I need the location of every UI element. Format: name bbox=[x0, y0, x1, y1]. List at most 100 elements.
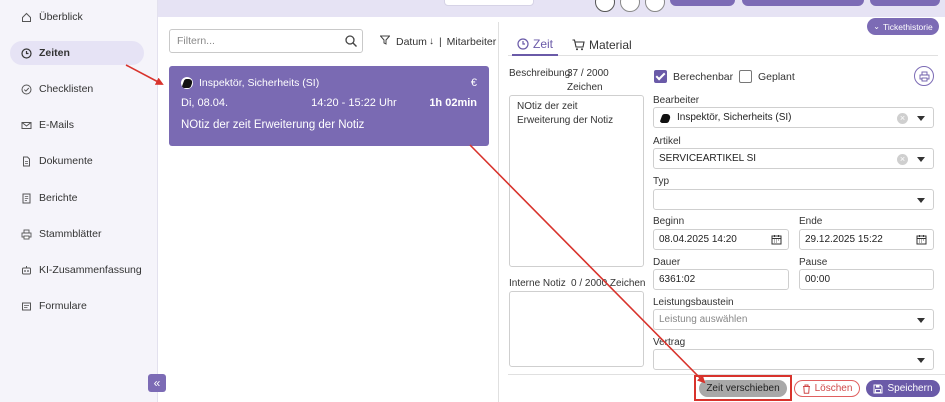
entry-time-range: 14:20 - 15:22 Uhr bbox=[311, 97, 397, 109]
internal-note-textarea[interactable] bbox=[509, 291, 644, 367]
tab-label: Zeit bbox=[533, 37, 554, 51]
leistungsbaustein-placeholder: Leistung auswählen bbox=[659, 314, 748, 325]
sort-direction-icon[interactable]: ↓ bbox=[429, 36, 434, 47]
artikel-label: Artikel bbox=[653, 136, 681, 147]
dauer-input[interactable]: 6361:02 bbox=[653, 269, 789, 290]
sidebar-item-uberblick[interactable]: Überblick bbox=[10, 5, 144, 29]
top-bar bbox=[158, 0, 945, 17]
toolbar-action-button[interactable] bbox=[792, 0, 864, 6]
trash-icon bbox=[802, 384, 811, 394]
delete-button[interactable]: Löschen bbox=[794, 380, 860, 397]
print-button[interactable] bbox=[914, 66, 934, 86]
user-icon bbox=[659, 111, 671, 124]
chevron-down-icon[interactable] bbox=[917, 318, 925, 323]
home-icon bbox=[21, 12, 32, 23]
tab-zeit[interactable]: Zeit bbox=[512, 34, 559, 56]
tab-label: Material bbox=[589, 38, 632, 52]
entry-times: Di, 08.04. 14:20 - 15:22 Uhr 1h 02min bbox=[181, 97, 477, 109]
sidebar-item-ki-zusammenfassung[interactable]: KI-Zusammenfassung bbox=[10, 258, 144, 282]
billable-label: Berechenbar bbox=[673, 71, 734, 83]
sidebar-item-berichte[interactable]: Berichte bbox=[10, 186, 144, 210]
sidebar-item-formulare[interactable]: Formulare bbox=[10, 294, 144, 318]
beginn-input[interactable]: 08.04.2025 14:20 bbox=[653, 229, 789, 250]
sort-by-date-button[interactable]: Datum bbox=[396, 36, 427, 48]
planned-label: Geplant bbox=[758, 71, 795, 83]
toolbar-round-button[interactable] bbox=[620, 0, 640, 12]
filter-funnel-icon[interactable] bbox=[379, 35, 391, 48]
chevron-down-icon: ⌄ bbox=[873, 22, 880, 31]
toolbar-round-button[interactable] bbox=[645, 0, 665, 12]
pause-input[interactable]: 00:00 bbox=[799, 269, 934, 290]
dauer-label: Dauer bbox=[653, 257, 681, 268]
panel-divider bbox=[498, 22, 499, 402]
check-circle-icon bbox=[21, 84, 32, 95]
entry-note: NOtiz der zeit Erweiterung der Notiz bbox=[181, 119, 365, 131]
calendar-icon[interactable] bbox=[771, 234, 782, 245]
entry-header: Inspektör, Sicherheits (SI) € bbox=[181, 77, 477, 89]
save-button[interactable]: Speichern bbox=[866, 380, 940, 397]
sidebar-item-label: Stammblätter bbox=[39, 228, 102, 240]
description-textarea[interactable]: NOtiz der zeit Erweiterung der Notiz bbox=[509, 95, 644, 267]
save-label: Speichern bbox=[887, 383, 933, 394]
bearbeiter-label: Bearbeiter bbox=[653, 95, 700, 106]
ende-input[interactable]: 29.12.2025 15:22 bbox=[799, 229, 934, 250]
sidebar-item-label: Überblick bbox=[39, 11, 83, 23]
delete-label: Löschen bbox=[814, 383, 853, 394]
beginn-label: Beginn bbox=[653, 216, 685, 227]
user-avatar[interactable] bbox=[595, 0, 615, 12]
typ-select[interactable] bbox=[653, 189, 934, 210]
filter-field[interactable] bbox=[169, 29, 363, 53]
search-icon[interactable] bbox=[344, 34, 358, 48]
beginn-value: 08.04.2025 14:20 bbox=[659, 234, 737, 245]
chevron-down-icon[interactable] bbox=[917, 157, 925, 162]
sidebar: Überblick Zeiten Checklisten E-Mails Dok… bbox=[0, 0, 158, 402]
planned-checkbox[interactable] bbox=[739, 70, 752, 83]
ticket-history-button[interactable]: ⌄ Tickethistorie bbox=[867, 18, 939, 35]
bearbeiter-select[interactable]: Inspektör, Sicherheits (SI) × bbox=[653, 107, 934, 128]
artikel-select[interactable]: SERVICEARTIKEL SI × bbox=[653, 148, 934, 169]
report-icon bbox=[21, 193, 32, 204]
sidebar-item-label: Zeiten bbox=[39, 47, 70, 59]
list-sort-controls: Datum ↓ | Mitarbeiter bbox=[379, 35, 497, 48]
clear-icon[interactable]: × bbox=[897, 154, 908, 165]
filter-input[interactable] bbox=[170, 30, 340, 52]
printer-icon bbox=[919, 71, 930, 85]
description-label: Beschreibung bbox=[509, 68, 571, 79]
artikel-value: SERVICEARTIKEL SI bbox=[659, 153, 757, 164]
ende-value: 29.12.2025 15:22 bbox=[805, 234, 883, 245]
internal-note-counter: 0 / 2000 Zeichen bbox=[571, 278, 646, 289]
sidebar-item-label: KI-Zusammenfassung bbox=[39, 264, 142, 276]
leistungsbaustein-label: Leistungsbaustein bbox=[653, 297, 734, 308]
tab-material[interactable]: Material bbox=[572, 34, 632, 56]
sidebar-item-e-mails[interactable]: E-Mails bbox=[10, 113, 144, 137]
sidebar-item-label: Formulare bbox=[39, 300, 87, 312]
document-icon bbox=[21, 156, 32, 167]
description-counter-suffix: Zeichen bbox=[567, 82, 603, 93]
chevron-down-icon[interactable] bbox=[917, 116, 925, 121]
sidebar-item-dokumente[interactable]: Dokumente bbox=[10, 149, 144, 173]
time-entry-card[interactable]: Inspektör, Sicherheits (SI) € Di, 08.04.… bbox=[169, 66, 489, 146]
sidebar-item-checklisten[interactable]: Checklisten bbox=[10, 77, 144, 101]
toolbar-action-button[interactable] bbox=[670, 0, 735, 6]
entry-duration: 1h 02min bbox=[429, 97, 477, 109]
calendar-icon[interactable] bbox=[916, 234, 927, 245]
clear-icon[interactable]: × bbox=[897, 113, 908, 124]
sidebar-item-zeiten[interactable]: Zeiten bbox=[10, 41, 144, 65]
robot-icon bbox=[21, 265, 32, 276]
vertrag-select[interactable] bbox=[653, 349, 934, 370]
chevron-down-icon[interactable] bbox=[917, 198, 925, 203]
history-label: Tickethistorie bbox=[882, 21, 933, 32]
sort-by-employee-button[interactable]: Mitarbeiter bbox=[447, 36, 497, 48]
ende-label: Ende bbox=[799, 216, 823, 227]
sidebar-item-stammblatter[interactable]: Stammblätter bbox=[10, 222, 144, 246]
toolbar-action-button[interactable] bbox=[870, 0, 940, 6]
leistungsbaustein-select[interactable]: Leistung auswählen bbox=[653, 309, 934, 330]
global-search-input[interactable] bbox=[444, 0, 534, 6]
clock-icon bbox=[21, 47, 32, 59]
collapse-sidebar-button[interactable]: « bbox=[148, 374, 166, 392]
sidebar-item-label: Berichte bbox=[39, 192, 78, 204]
billable-checkbox[interactable] bbox=[654, 70, 667, 83]
sidebar-item-label: E-Mails bbox=[39, 119, 75, 131]
chevron-down-icon[interactable] bbox=[917, 358, 925, 363]
description-line: Erweiterung der Notiz bbox=[517, 115, 614, 126]
